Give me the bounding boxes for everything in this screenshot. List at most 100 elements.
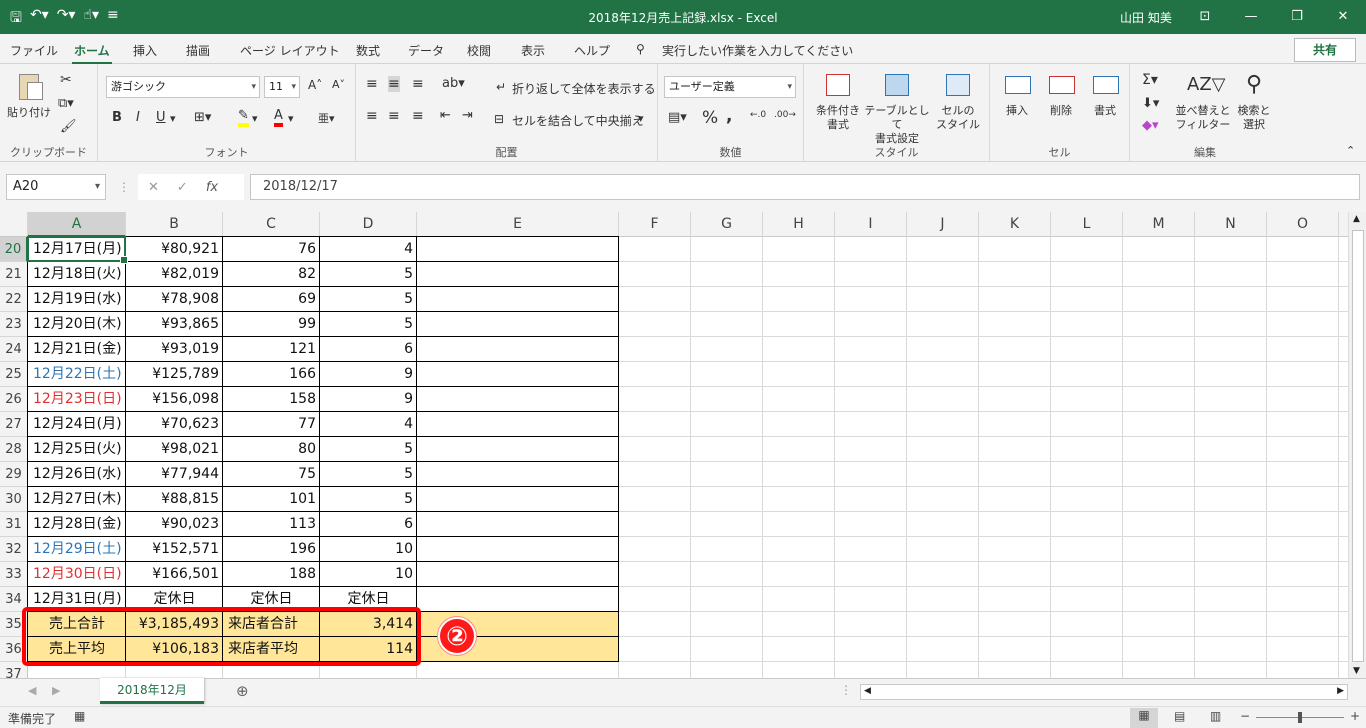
- cell-a25[interactable]: 12月22日(土): [28, 362, 126, 387]
- underline-button[interactable]: U: [156, 110, 166, 125]
- restore-icon[interactable]: ❐: [1274, 0, 1320, 34]
- cell-d20[interactable]: 4: [320, 237, 417, 262]
- phonetic-icon[interactable]: 亜▾: [318, 110, 335, 126]
- cell-c22[interactable]: 69: [223, 287, 320, 312]
- decrease-decimal-icon[interactable]: .00→: [774, 110, 796, 120]
- sheet-tab[interactable]: 2018年12月: [100, 678, 204, 704]
- cell-e33[interactable]: [417, 562, 619, 587]
- cell-d21[interactable]: 5: [320, 262, 417, 287]
- format-as-table-button[interactable]: テーブルとして 書式設定: [864, 70, 930, 146]
- cell-e27[interactable]: [417, 412, 619, 437]
- row-header-31[interactable]: 31: [0, 512, 28, 537]
- cell-d28[interactable]: 5: [320, 437, 417, 462]
- redo-icon[interactable]: ↷▾: [57, 7, 76, 31]
- italic-button[interactable]: I: [136, 110, 140, 125]
- cell-a24[interactable]: 12月21日(金): [28, 337, 126, 362]
- scroll-up-icon[interactable]: ▲: [1353, 214, 1360, 224]
- clear-icon[interactable]: ◆▾: [1142, 118, 1159, 133]
- tab-data[interactable]: データ: [408, 42, 444, 59]
- cell-d27[interactable]: 4: [320, 412, 417, 437]
- row-header-30[interactable]: 30: [0, 487, 28, 512]
- cell-e30[interactable]: [417, 487, 619, 512]
- column-header-i[interactable]: I: [835, 212, 907, 237]
- minimize-icon[interactable]: —: [1228, 0, 1274, 34]
- customize-qat-icon[interactable]: ≡: [107, 7, 119, 31]
- cell-e20[interactable]: [417, 237, 619, 262]
- cell-c28[interactable]: 80: [223, 437, 320, 462]
- cell-d22[interactable]: 5: [320, 287, 417, 312]
- tab-split-grip[interactable]: ⋮: [840, 683, 852, 697]
- merge-dropdown-icon[interactable]: ▾: [638, 112, 644, 125]
- cell-c23[interactable]: 99: [223, 312, 320, 337]
- zoom-slider-thumb[interactable]: [1298, 712, 1302, 723]
- page-layout-view-icon[interactable]: ▤: [1174, 709, 1185, 723]
- cell-e21[interactable]: [417, 262, 619, 287]
- cell-b32[interactable]: ¥152,571: [126, 537, 223, 562]
- autosum-icon[interactable]: Σ▾: [1142, 72, 1158, 88]
- increase-decimal-icon[interactable]: ←.0: [750, 110, 766, 120]
- formula-input[interactable]: 2018/12/17: [250, 174, 1360, 200]
- cell-b22[interactable]: ¥78,908: [126, 287, 223, 312]
- bold-button[interactable]: B: [112, 110, 122, 125]
- percent-button[interactable]: %: [702, 108, 718, 128]
- sort-filter-button[interactable]: AZ▽ 並べ替えと フィルター: [1174, 70, 1232, 132]
- cell-e28[interactable]: [417, 437, 619, 462]
- cell-e29[interactable]: [417, 462, 619, 487]
- share-button[interactable]: 共有: [1294, 38, 1356, 62]
- cell-c24[interactable]: 121: [223, 337, 320, 362]
- cell-d24[interactable]: 6: [320, 337, 417, 362]
- tab-file[interactable]: ファイル: [10, 42, 58, 59]
- cell-c21[interactable]: 82: [223, 262, 320, 287]
- align-center-icon[interactable]: ≡: [388, 108, 400, 124]
- cell-a29[interactable]: 12月26日(水): [28, 462, 126, 487]
- column-header-a[interactable]: A: [28, 212, 126, 237]
- conditional-format-button[interactable]: 条件付き 書式: [810, 70, 866, 132]
- row-header-21[interactable]: 21: [0, 262, 28, 287]
- merge-icon[interactable]: ⊟: [494, 112, 504, 126]
- column-header-m[interactable]: M: [1123, 212, 1195, 237]
- find-select-button[interactable]: ⚲ 検索と 選択: [1232, 70, 1276, 132]
- cell-b33[interactable]: ¥166,501: [126, 562, 223, 587]
- merge-center-button[interactable]: セルを結合して中央揃え: [512, 112, 644, 129]
- column-header-e[interactable]: E: [417, 212, 619, 237]
- zoom-out-icon[interactable]: −: [1240, 709, 1250, 723]
- paste-button[interactable]: 貼り付け: [6, 72, 52, 120]
- cell-d33[interactable]: 10: [320, 562, 417, 587]
- cell-b25[interactable]: ¥125,789: [126, 362, 223, 387]
- cell-d26[interactable]: 9: [320, 387, 417, 412]
- cell-e26[interactable]: [417, 387, 619, 412]
- row-header-24[interactable]: 24: [0, 337, 28, 362]
- cell-b21[interactable]: ¥82,019: [126, 262, 223, 287]
- new-sheet-icon[interactable]: ⊕: [236, 682, 249, 700]
- page-break-view-icon[interactable]: ▥: [1210, 709, 1221, 723]
- cell-c31[interactable]: 113: [223, 512, 320, 537]
- select-all-corner[interactable]: [0, 212, 28, 237]
- border-icon[interactable]: ⊞▾: [194, 110, 211, 125]
- row-header-27[interactable]: 27: [0, 412, 28, 437]
- fill-icon[interactable]: ⬇▾: [1142, 96, 1159, 111]
- ribbon-display-icon[interactable]: ⊡: [1182, 0, 1228, 34]
- name-box[interactable]: A20: [6, 174, 106, 200]
- cell-e34[interactable]: [417, 587, 619, 612]
- tab-page-layout[interactable]: ページ レイアウト: [240, 42, 340, 59]
- number-format-select[interactable]: ユーザー定義: [664, 76, 796, 98]
- align-left-icon[interactable]: ≡: [366, 108, 378, 124]
- column-header-g[interactable]: G: [691, 212, 763, 237]
- cell-c29[interactable]: 75: [223, 462, 320, 487]
- scroll-down-icon[interactable]: ▼: [1353, 666, 1360, 676]
- column-header-o[interactable]: O: [1267, 212, 1339, 237]
- column-header-j[interactable]: J: [907, 212, 979, 237]
- cell-a27[interactable]: 12月24日(月): [28, 412, 126, 437]
- tab-review[interactable]: 校閲: [467, 42, 491, 59]
- increase-font-icon[interactable]: A˄: [308, 78, 322, 92]
- tell-me-input[interactable]: 実行したい作業を入力してください: [662, 42, 853, 59]
- cell-b23[interactable]: ¥93,865: [126, 312, 223, 337]
- enter-icon[interactable]: ✓: [177, 180, 188, 195]
- cell-a30[interactable]: 12月27日(木): [28, 487, 126, 512]
- collapse-ribbon-icon[interactable]: ⌃: [1346, 144, 1355, 157]
- decrease-font-icon[interactable]: A˅: [332, 78, 345, 91]
- row-header-23[interactable]: 23: [0, 312, 28, 337]
- cell-e25[interactable]: [417, 362, 619, 387]
- wrap-text-icon[interactable]: ↵: [496, 80, 506, 94]
- font-size-select[interactable]: 11: [264, 76, 300, 98]
